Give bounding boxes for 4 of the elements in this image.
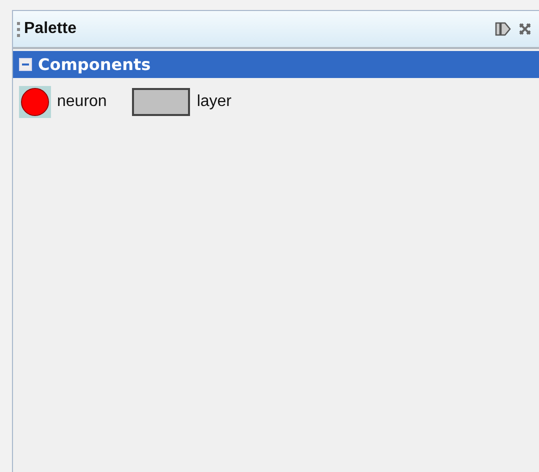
window-title: Palette [24, 20, 78, 38]
palette-item[interactable]: layer [130, 87, 232, 117]
palette-item[interactable]: neuron [19, 86, 107, 118]
category-header[interactable]: Components [13, 51, 539, 78]
